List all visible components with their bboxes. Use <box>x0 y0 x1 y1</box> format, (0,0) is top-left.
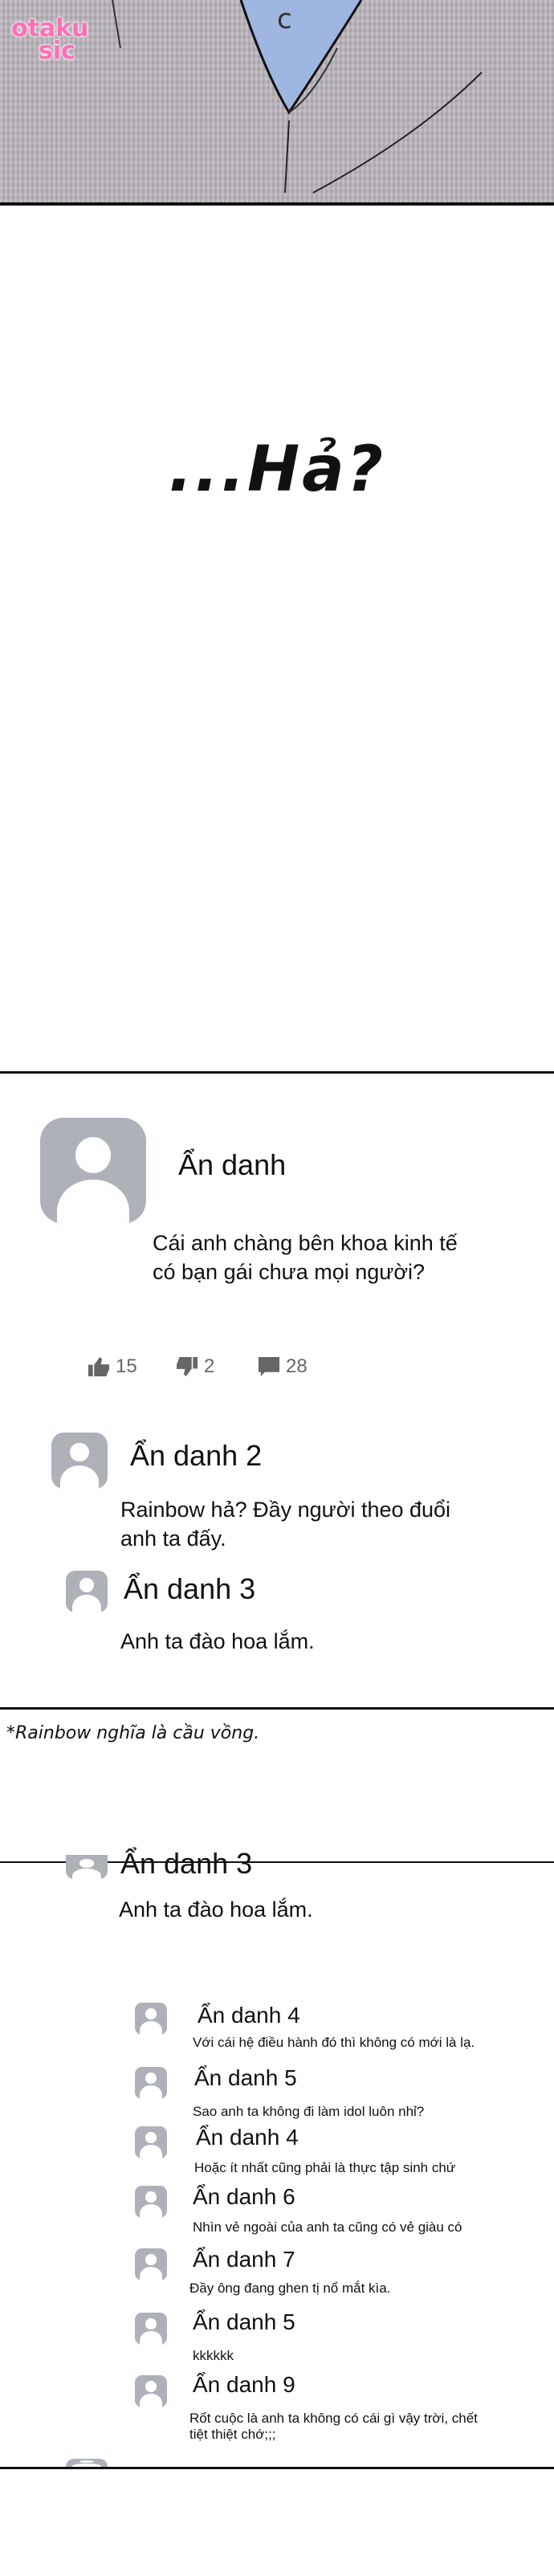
avatar-thread-7 <box>135 2375 167 2407</box>
post-text: Cái anh chàng bên khoa kinh tế có bạn gá… <box>153 1229 458 1286</box>
watermark-line2: sic <box>39 37 75 65</box>
reply-2-author: Ẩn danh 3 <box>124 1572 256 1605</box>
thread-2-author: Ẩn danh 5 <box>194 2065 297 2090</box>
footnote: *Rainbow nghĩa là cầu vồng. <box>6 1723 260 1743</box>
avatar-thread-5 <box>135 2248 167 2280</box>
panel-border-bottom <box>0 1707 554 1710</box>
thread-6-text: kkkkkk <box>193 2348 234 2363</box>
thread-7-author: Ẩn danh 9 <box>193 2372 295 2397</box>
panel-exclamation: ...Hả? <box>168 434 386 506</box>
avatar-thread-6 <box>135 2313 167 2345</box>
post-text-line1: Cái anh chàng bên khoa kinh tế <box>153 1231 458 1255</box>
reply-1-line1: Rainbow hả? Đầy người theo đuổi <box>120 1498 451 1522</box>
dislike-count-value: 2 <box>204 1355 215 1377</box>
thread-7-line1: Rốt cuộc là anh ta không có cái gì vậy t… <box>189 2411 478 2426</box>
avatar-reply-2 <box>66 1571 108 1612</box>
thread-5-text: Đầy ông đang ghen tị nổ mắt kìa. <box>189 2280 391 2296</box>
avatar-next-cutoff <box>66 2459 108 2467</box>
avatar-thread-3 <box>135 2126 167 2158</box>
avatar-reply-1 <box>51 1433 108 1489</box>
cutoff-author: Ẩn danh 3 <box>120 1847 253 1874</box>
reply-1-line2: anh ta đấy. <box>120 1526 226 1551</box>
dislike-count[interactable]: 2 <box>177 1355 214 1378</box>
avatar-cutoff <box>66 1855 108 1879</box>
comment-icon <box>259 1357 279 1376</box>
like-count-value: 15 <box>116 1355 137 1377</box>
avatar-thread-1 <box>135 2003 167 2035</box>
reply-1-author: Ẩn danh 2 <box>130 1439 263 1472</box>
post-text-line2: có bạn gái chưa mọi người? <box>153 1260 426 1284</box>
like-count[interactable]: 15 <box>88 1355 137 1378</box>
thread-3-author: Ẩn danh 4 <box>196 2125 299 2150</box>
avatar-main <box>40 1118 146 1224</box>
panel-2-border-bottom <box>0 2467 554 2469</box>
thread-3-text: Hoặc ít nhất cũng phải là thực tập sinh … <box>194 2160 456 2175</box>
post-author: Ẩn danh <box>178 1148 287 1181</box>
thread-7-line2: tiệt thiệt chớ;;; <box>189 2427 276 2442</box>
avatar-thread-4 <box>135 2186 167 2218</box>
thread-7-text: Rốt cuộc là anh ta không có cái gì vậy t… <box>189 2411 478 2443</box>
thumbs-down-icon <box>177 1357 198 1376</box>
thread-4-author: Ẩn danh 6 <box>193 2184 295 2209</box>
comment-count-value: 28 <box>286 1355 308 1377</box>
avatar-thread-2 <box>135 2067 167 2099</box>
reply-2-text: Anh ta đào hoa lắm. <box>120 1629 315 1653</box>
watermark-logo: otaku sic <box>11 17 89 65</box>
thumbs-up-icon <box>88 1357 109 1376</box>
cutoff-text: Anh ta đào hoa lắm. <box>119 1897 313 1922</box>
thread-2-text: Sao anh ta không đi làm idol luôn nhỉ? <box>193 2104 425 2119</box>
panel-border-top <box>0 1071 554 1074</box>
svg-text:c: c <box>277 3 292 35</box>
comment-count[interactable]: 28 <box>259 1355 308 1378</box>
thread-1-author: Ẩn danh 4 <box>198 2003 300 2028</box>
reply-1-text: Rainbow hả? Đầy người theo đuổi anh ta đ… <box>120 1495 450 1553</box>
thread-6-author: Ẩn danh 5 <box>193 2309 295 2334</box>
artwork-panel: c otaku sic <box>0 0 554 206</box>
thread-1-text: Với cái hệ điều hành đó thì không có mới… <box>193 2035 475 2050</box>
thread-5-author: Ẩn danh 7 <box>193 2247 295 2272</box>
thread-4-text: Nhìn vẻ ngoài của anh ta cũng có vẻ giàu… <box>193 2219 462 2235</box>
